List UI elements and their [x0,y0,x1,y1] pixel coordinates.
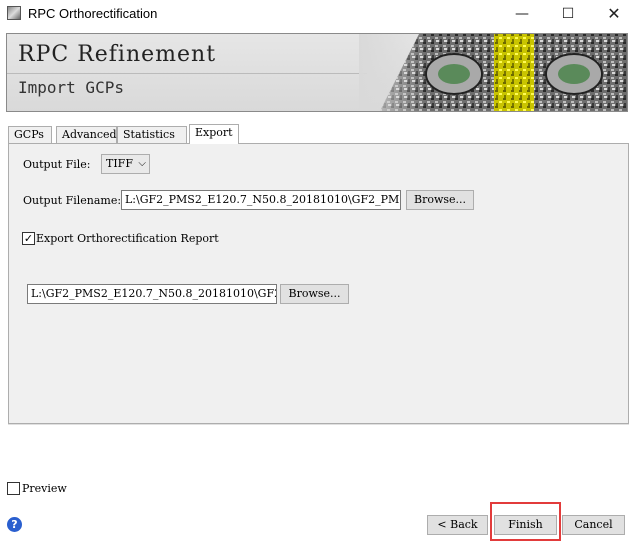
tab-gcps[interactable]: GCPs [8,126,52,144]
satellite-imagery-banner [359,34,627,111]
close-button[interactable]: ✕ [591,0,637,28]
report-browse-button[interactable]: Browse... [280,284,349,304]
output-file-label: Output File: [23,158,91,171]
cancel-button[interactable]: Cancel [562,515,625,535]
tab-statistics[interactable]: Statistics [117,126,187,144]
app-icon [7,6,21,20]
preview-label: Preview [22,482,67,495]
wizard-header: RPC Refinement Import GCPs [6,33,628,112]
help-icon[interactable]: ? [7,517,22,532]
window-title: RPC Orthorectification [28,6,158,21]
preview-checkbox[interactable] [7,482,20,495]
report-filename-field[interactable]: L:\GF2_PMS2_E120.7_N50.8_20181010\GF2_PM… [27,284,277,304]
header-subtitle: Import GCPs [18,78,124,97]
report-checkbox-label: Export Orthorectification Report [36,232,219,245]
export-panel: Output File: TIFF ⌵ Output Filename: L:\… [8,143,629,424]
output-file-select[interactable]: TIFF ⌵ [101,154,150,174]
finish-button[interactable]: Finish [494,515,557,535]
output-filename-label: Output Filename: [23,194,122,207]
header-title: RPC Refinement [18,42,217,67]
browse-button[interactable]: Browse... [406,190,474,210]
maximize-button[interactable]: ☐ [545,0,591,28]
separator [8,424,629,425]
report-checkbox[interactable]: ✓ [22,232,35,245]
minimize-button[interactable]: — [499,0,545,28]
chevron-down-icon: ⌵ [138,158,146,169]
output-file-value: TIFF [106,157,133,170]
title-bar: RPC Orthorectification — ☐ ✕ [0,0,637,28]
back-button[interactable]: < Back [427,515,488,535]
tab-advanced[interactable]: Advanced [56,126,117,144]
header-divider [7,73,367,74]
tab-export[interactable]: Export [189,124,239,144]
output-filename-field[interactable]: L:\GF2_PMS2_E120.7_N50.8_20181010\GF2_PM… [121,190,401,210]
